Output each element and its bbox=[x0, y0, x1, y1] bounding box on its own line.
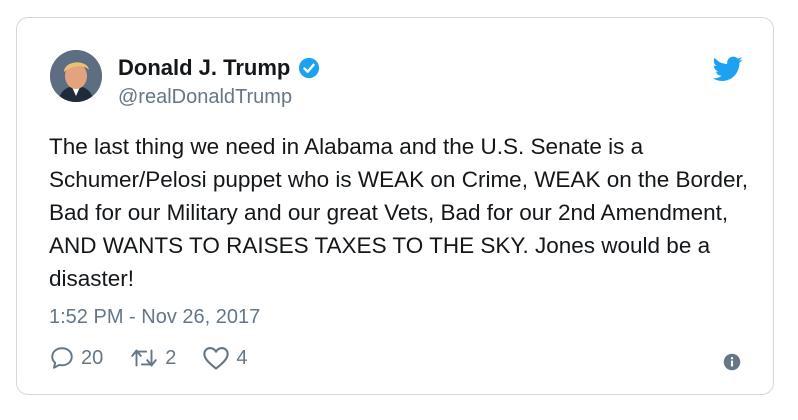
verified-badge-icon bbox=[299, 57, 320, 79]
like-count: 4 bbox=[236, 346, 248, 369]
twitter-bird-icon[interactable] bbox=[713, 56, 743, 82]
retweet-button[interactable]: 2 bbox=[129, 345, 176, 371]
tweet-actions: 20 2 4 bbox=[49, 345, 274, 371]
retweet-icon bbox=[131, 349, 157, 367]
info-icon[interactable] bbox=[723, 353, 741, 371]
reply-button[interactable]: 20 bbox=[49, 345, 103, 371]
avatar-image bbox=[50, 50, 102, 102]
retweet-count: 2 bbox=[165, 346, 177, 369]
reply-count: 20 bbox=[81, 346, 104, 369]
author-name[interactable]: Donald J. Trump bbox=[118, 55, 290, 81]
heart-icon bbox=[203, 347, 230, 370]
like-button[interactable]: 4 bbox=[202, 345, 248, 371]
reply-icon bbox=[51, 347, 73, 369]
tweet-timestamp[interactable]: 1:52 PM - Nov 26, 2017 bbox=[49, 306, 260, 329]
tweet-card: Donald J. Trump @realDonaldTrump The las… bbox=[16, 17, 774, 395]
author-name-row: Donald J. Trump bbox=[118, 55, 320, 81]
author-handle[interactable]: @realDonaldTrump bbox=[118, 86, 292, 109]
tweet-text: The last thing we need in Alabama and th… bbox=[49, 134, 749, 291]
avatar[interactable] bbox=[50, 50, 102, 102]
